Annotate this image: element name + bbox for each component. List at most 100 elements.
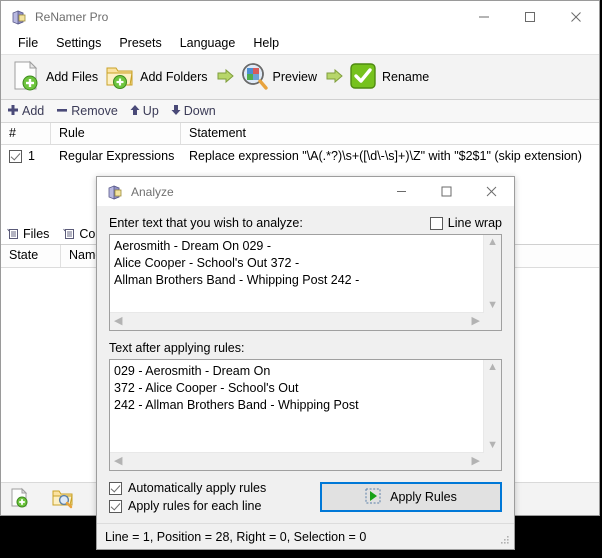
tab-files-label: Files: [23, 227, 50, 241]
rules-up-label: Up: [142, 104, 159, 118]
menu-file[interactable]: File: [9, 34, 47, 53]
close-icon[interactable]: [553, 1, 599, 33]
arrow-right-icon-1: [217, 68, 235, 87]
toolbar-add-files-label: Add Files: [46, 70, 99, 84]
main-toolbar: Add Files Add Folders Preview Rename: [1, 54, 599, 100]
menu-settings[interactable]: Settings: [47, 34, 110, 53]
apply-each-line-label: Apply rules for each line: [128, 499, 262, 513]
column-header-state[interactable]: State: [1, 245, 61, 267]
toolbar-add-folders[interactable]: Add Folders: [105, 62, 208, 93]
minimize-icon[interactable]: [379, 177, 424, 206]
maximize-icon[interactable]: [507, 1, 553, 33]
toolbar-add-files[interactable]: Add Files: [11, 60, 98, 95]
output-horizontal-scrollbar[interactable]: ◀ ▶: [110, 452, 484, 470]
rules-grid-header: # Rule Statement: [1, 123, 599, 145]
arrow-up-icon: [130, 104, 140, 119]
columns-tab-icon: [63, 228, 75, 240]
analyze-options: Automatically apply rules Apply rules fo…: [109, 481, 266, 513]
preview-magnifier-icon: [240, 62, 268, 93]
menu-help[interactable]: Help: [244, 34, 288, 53]
output-textarea-content: 029 - Aerosmith - Dream On 372 - Alice C…: [114, 364, 359, 412]
column-header-rule[interactable]: Rule: [51, 123, 181, 144]
scroll-right-icon[interactable]: ▶: [468, 314, 484, 329]
input-vertical-scrollbar[interactable]: ▲ ▼: [483, 235, 501, 313]
rules-down-button[interactable]: Down: [171, 104, 216, 119]
rules-subtoolbar: Add Remove Up Down: [1, 100, 599, 123]
toolbar-rename-label: Rename: [381, 70, 430, 84]
folder-search-small-icon[interactable]: [51, 487, 75, 512]
tab-files[interactable]: Files: [1, 225, 57, 244]
scroll-up-icon[interactable]: ▲: [483, 235, 502, 250]
add-file-small-icon[interactable]: [9, 487, 31, 512]
scroll-up-icon[interactable]: ▲: [483, 360, 502, 375]
scroll-down-icon[interactable]: ▼: [483, 438, 502, 453]
scroll-left-icon[interactable]: ◀: [110, 314, 126, 329]
rename-check-icon: [349, 62, 377, 93]
output-vertical-scrollbar[interactable]: ▲ ▼: [483, 360, 501, 453]
analyze-body: Enter text that you wish to analyze: Lin…: [97, 206, 514, 521]
input-horizontal-scrollbar[interactable]: ◀ ▶: [110, 312, 484, 330]
analyze-titlebar: Analyze: [97, 177, 514, 206]
status-text: Line = 1, Position = 28, Right = 0, Sele…: [105, 529, 367, 544]
input-textarea[interactable]: Aerosmith - Dream On 029 - Alice Cooper …: [109, 234, 502, 331]
rule-enabled-checkbox[interactable]: [9, 149, 22, 163]
plus-icon: [7, 104, 19, 119]
scroll-down-icon[interactable]: ▼: [483, 298, 502, 313]
apply-rules-button[interactable]: Apply Rules: [320, 482, 502, 512]
apply-each-line-checkbox[interactable]: [109, 499, 122, 513]
toolbar-preview[interactable]: Preview: [240, 62, 317, 93]
menubar: File Settings Presets Language Help: [1, 33, 599, 54]
menu-language[interactable]: Language: [171, 34, 245, 53]
maximize-icon[interactable]: [424, 177, 469, 206]
column-header-number[interactable]: #: [1, 123, 51, 144]
rules-add-button[interactable]: Add: [7, 104, 44, 119]
output-label: Text after applying rules:: [109, 341, 245, 355]
rules-remove-label: Remove: [71, 104, 118, 118]
line-wrap-checkbox[interactable]: [429, 216, 443, 230]
rules-remove-button[interactable]: Remove: [56, 104, 118, 119]
minus-icon: [56, 104, 68, 119]
arrow-down-icon: [171, 104, 181, 119]
input-label: Enter text that you wish to analyze:: [109, 216, 303, 230]
auto-apply-option[interactable]: Automatically apply rules: [109, 481, 266, 495]
rule-name: Regular Expressions: [59, 149, 175, 163]
scroll-corner: [484, 453, 501, 470]
resize-grip-icon[interactable]: [499, 534, 511, 546]
analyze-icon: [107, 184, 123, 200]
arrow-right-icon-2: [326, 68, 344, 87]
main-titlebar: ReNamer Pro: [1, 1, 599, 33]
window-title: ReNamer Pro: [35, 10, 109, 24]
line-wrap-label: Line wrap: [447, 216, 502, 230]
rules-up-button[interactable]: Up: [130, 104, 159, 119]
app-icon: [11, 9, 27, 25]
column-header-statement[interactable]: Statement: [181, 123, 599, 144]
scroll-right-icon[interactable]: ▶: [468, 454, 484, 469]
auto-apply-checkbox[interactable]: [109, 481, 122, 495]
rule-statement: Replace expression "\A(.*?)\s+([\d\-\s]+…: [189, 149, 582, 163]
analyze-footer: Automatically apply rules Apply rules fo…: [109, 481, 502, 513]
toolbar-preview-label: Preview: [272, 70, 317, 84]
minimize-icon[interactable]: [461, 1, 507, 33]
auto-apply-label: Automatically apply rules: [128, 481, 267, 495]
scroll-corner: [484, 313, 501, 330]
toolbar-rename[interactable]: Rename: [349, 62, 429, 93]
rule-number: 1: [28, 149, 35, 163]
menu-presets[interactable]: Presets: [110, 34, 170, 53]
apply-rules-label: Apply Rules: [390, 490, 457, 504]
apply-each-line-option[interactable]: Apply rules for each line: [109, 499, 266, 513]
apply-rules-icon: [365, 488, 383, 507]
line-wrap-option[interactable]: Line wrap: [429, 216, 502, 230]
analyze-title: Analyze: [131, 184, 174, 199]
input-label-row: Enter text that you wish to analyze: Lin…: [109, 216, 502, 230]
table-row[interactable]: 1 Regular Expressions Replace expression…: [1, 145, 599, 167]
rules-add-label: Add: [22, 104, 45, 118]
output-textarea[interactable]: 029 - Aerosmith - Dream On 372 - Alice C…: [109, 359, 502, 471]
close-icon[interactable]: [469, 177, 514, 206]
analyze-dialog: Analyze Enter text that you wish to anal…: [96, 176, 515, 550]
add-file-icon: [11, 60, 41, 95]
window-controls: [461, 1, 599, 33]
files-tab-icon: [7, 228, 19, 240]
analyze-window-controls: [379, 177, 514, 206]
rules-down-label: Down: [183, 104, 216, 118]
scroll-left-icon[interactable]: ◀: [110, 454, 126, 469]
